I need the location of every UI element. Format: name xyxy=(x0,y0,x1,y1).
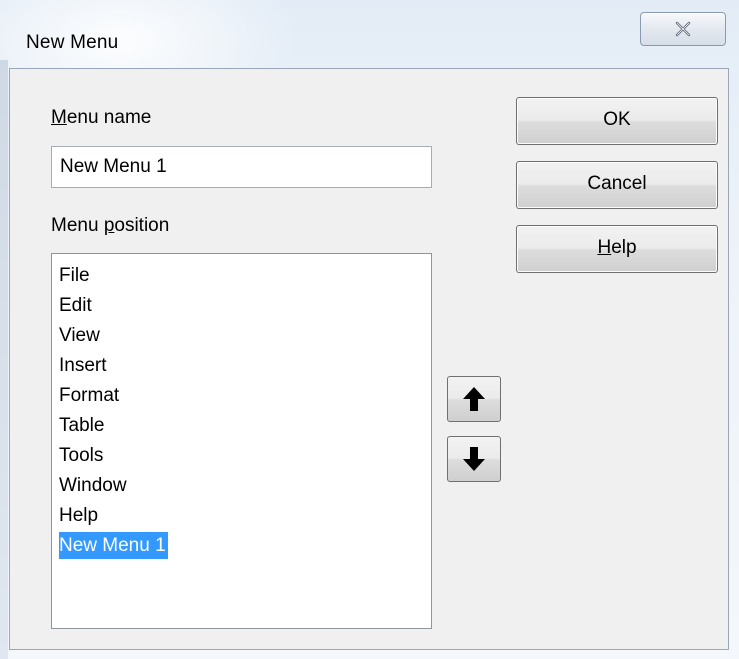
menu-position-label: Menu position xyxy=(51,215,169,237)
menu-name-label-mnemonic: M xyxy=(51,107,67,128)
help-button-mnemonic: H xyxy=(597,237,612,258)
list-item[interactable]: Window xyxy=(52,471,431,501)
arrow-down-icon xyxy=(463,447,485,471)
list-item[interactable]: Format xyxy=(52,381,431,411)
menu-position-label-mnemonic: p xyxy=(103,215,115,236)
help-button[interactable]: Help xyxy=(516,225,718,273)
new-menu-dialog: New Menu Menu name New Menu 1 Menu posit… xyxy=(0,0,739,659)
close-icon xyxy=(675,21,691,37)
list-item[interactable]: Tools xyxy=(52,441,431,471)
menu-name-label-rest: enu name xyxy=(66,107,152,128)
ok-button[interactable]: OK xyxy=(516,97,718,145)
dialog-body: Menu name New Menu 1 Menu position File … xyxy=(9,68,729,650)
title-bar[interactable]: New Menu xyxy=(0,0,739,68)
list-item[interactable]: View xyxy=(52,321,431,351)
list-item[interactable]: File xyxy=(52,261,431,291)
list-item[interactable]: Table xyxy=(52,411,431,441)
list-item[interactable]: Insert xyxy=(52,351,431,381)
list-item[interactable]: Edit xyxy=(52,291,431,321)
menu-position-list[interactable]: File Edit View Insert Format Table Tools… xyxy=(51,253,432,629)
menu-name-label: Menu name xyxy=(51,107,151,129)
cancel-button[interactable]: Cancel xyxy=(516,161,718,209)
window-frame-edge xyxy=(0,60,8,659)
window-title: New Menu xyxy=(26,32,119,53)
arrow-up-icon xyxy=(463,387,485,411)
list-item-selected[interactable]: New Menu 1 xyxy=(52,531,431,561)
menu-position-label-after: osition xyxy=(114,215,170,236)
menu-name-input[interactable]: New Menu 1 xyxy=(51,146,432,188)
move-down-button[interactable] xyxy=(447,436,501,482)
menu-position-label-before: Menu xyxy=(51,215,104,236)
move-up-button[interactable] xyxy=(447,376,501,422)
list-item[interactable]: Help xyxy=(52,501,431,531)
close-button[interactable] xyxy=(640,12,726,46)
help-button-label-rest: elp xyxy=(611,237,637,258)
